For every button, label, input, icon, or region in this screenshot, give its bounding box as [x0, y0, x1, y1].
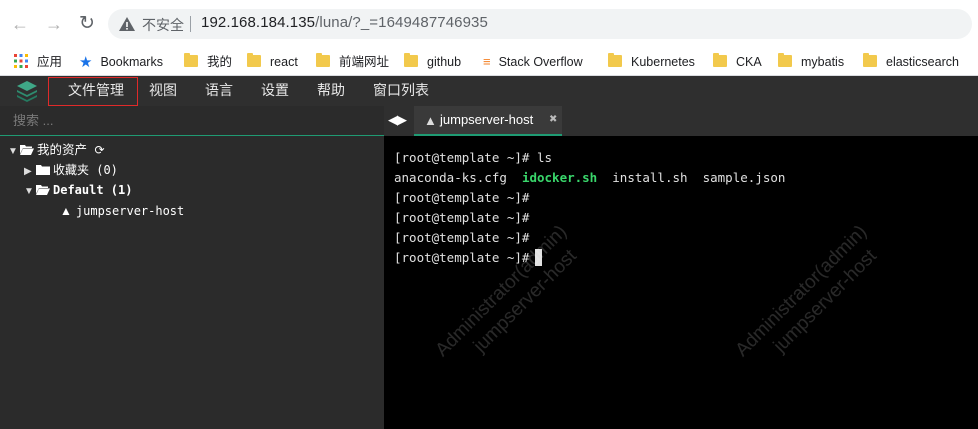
highlight-box	[48, 77, 138, 106]
folder-icon	[608, 53, 622, 67]
folder-icon	[404, 53, 418, 67]
jumpserver-logo-icon	[17, 81, 37, 102]
ls-file-executable: idocker.sh	[521, 170, 598, 185]
url-host: 192.168.184.135	[201, 14, 316, 31]
terminal-prompt: [root@template ~]#	[394, 210, 530, 225]
bookmark-label: Stack Overflow	[498, 55, 583, 69]
ls-file: install.sh	[612, 170, 688, 185]
bookmarks-bar: 应用 ★ Bookmarks 我的 react 前端网址 github ≡ Stac…	[0, 48, 978, 76]
terminal-prompt: [root@template ~]#	[394, 150, 530, 165]
star-icon: ★	[79, 54, 93, 71]
folder-open-icon	[36, 185, 50, 195]
chevron-down-icon[interactable]: ▼	[24, 182, 36, 202]
folder-icon	[247, 53, 261, 67]
folder-icon	[863, 53, 877, 67]
menu-window-list[interactable]: 窗口列表	[373, 76, 429, 106]
linux-icon: ▲	[60, 204, 72, 218]
bookmark-label: github	[427, 55, 462, 69]
bookmark-label: 应用	[37, 55, 63, 69]
folder-icon	[184, 53, 198, 67]
bookmark-bookmarks[interactable]: ★ Bookmarks	[79, 52, 163, 72]
terminal-line: [root@template ~]#	[394, 208, 529, 228]
bookmark-folder[interactable]: github	[404, 52, 461, 72]
bookmark-label: react	[270, 55, 298, 69]
tree-node-label: Default (1)	[53, 183, 133, 197]
bookmark-apps[interactable]: 应用	[14, 52, 62, 72]
url-path: /luna/?_=1649487746935	[315, 14, 488, 31]
bookmark-label: mybatis	[801, 55, 845, 69]
tree-node-label: 我的资产	[37, 143, 88, 157]
menu-help[interactable]: 帮助	[317, 76, 345, 106]
bookmark-folder[interactable]: CKA	[713, 52, 762, 72]
warning-icon[interactable]	[118, 15, 136, 33]
bookmark-label: 我的	[207, 55, 233, 69]
bookmark-folder[interactable]: Kubernetes	[608, 52, 695, 72]
bookmark-folder[interactable]: elasticsearch	[863, 52, 959, 72]
tab-jumpserver-host[interactable]: ▲ jumpserver-host ✖	[414, 106, 562, 136]
ls-file: anaconda-ks.cfg	[394, 170, 507, 185]
url-text[interactable]: 192.168.184.135/luna/?_=1649487746935	[201, 14, 488, 31]
terminal-command: ls	[529, 150, 553, 165]
chevron-down-icon[interactable]: ▼	[8, 142, 20, 162]
apps-icon	[14, 54, 28, 68]
bookmark-label: Bookmarks	[100, 55, 163, 69]
refresh-icon[interactable]: ⟳	[95, 143, 105, 157]
terminal-prompt: [root@template ~]#	[394, 250, 530, 265]
address-bar[interactable]: 不安全 192.168.184.135/luna/?_=164948774693…	[108, 9, 972, 39]
asset-search	[0, 106, 384, 136]
bookmark-folder[interactable]: 前端网址	[316, 52, 389, 72]
tab-label: jumpserver-host	[440, 112, 534, 127]
session-tabbar: ◀▶ ▲ jumpserver-host ✖	[384, 106, 978, 136]
bookmark-label: elasticsearch	[886, 55, 959, 69]
folder-open-icon	[20, 145, 34, 155]
tree-node-label: 收藏夹 (0)	[53, 163, 118, 177]
linux-icon: ▲	[424, 113, 437, 128]
terminal-line: [root@template ~]#	[394, 188, 529, 208]
watermark: Administrator(admin) jumpserver-host	[731, 221, 890, 380]
folder-icon	[36, 165, 50, 175]
bookmark-stackoverflow[interactable]: ≡ Stack Overflow	[483, 52, 583, 72]
terminal[interactable]: [root@template ~]# ls anaconda-ks.cfg id…	[384, 136, 978, 429]
bookmark-label: CKA	[736, 55, 762, 69]
folder-icon	[778, 53, 792, 67]
address-separator	[190, 16, 191, 32]
stackoverflow-icon: ≡	[483, 54, 491, 69]
terminal-line: [root@template ~]#	[394, 228, 529, 248]
asset-tree-panel: ▼ 我的资产 ⟳ ▶ 收藏夹 (0) ▼ Default (1) ▲jumpserve…	[0, 106, 384, 429]
terminal-prompt: [root@template ~]#	[394, 190, 530, 205]
folder-icon	[316, 53, 330, 67]
folder-icon	[713, 53, 727, 67]
bookmark-folder[interactable]: mybatis	[778, 52, 844, 72]
tree-node-favorites[interactable]: ▶ 收藏夹 (0)	[24, 160, 118, 180]
close-icon[interactable]: ✖	[549, 114, 557, 125]
menu-settings[interactable]: 设置	[261, 76, 289, 106]
terminal-ls-output: anaconda-ks.cfg idocker.sh install.sh sa…	[394, 168, 785, 188]
ls-file: sample.json	[702, 170, 786, 185]
bookmark-label: 前端网址	[339, 55, 390, 69]
tab-scroll-arrows-icon[interactable]: ◀▶	[388, 112, 407, 128]
menu-view[interactable]: 视图	[149, 76, 177, 106]
insecure-label: 不安全	[142, 17, 184, 33]
tree-node-default[interactable]: ▼ Default (1)	[24, 180, 132, 200]
bookmark-folder[interactable]: react	[247, 52, 298, 72]
reload-icon[interactable]: ↻	[75, 12, 99, 36]
menu-language[interactable]: 语言	[205, 76, 233, 106]
tree-node-label: jumpserver-host	[75, 204, 185, 218]
browser-toolbar: ← → ↻ 不安全 192.168.184.135/luna/?_=164948…	[0, 0, 978, 48]
tree-node-host[interactable]: ▲ jumpserver-host	[60, 201, 184, 221]
asset-search-input[interactable]	[0, 106, 384, 134]
forward-arrow-icon[interactable]: →	[42, 12, 66, 36]
chevron-right-icon[interactable]: ▶	[24, 162, 36, 182]
terminal-prompt: [root@template ~]#	[394, 230, 530, 245]
terminal-line: [root@template ~]# ls	[394, 148, 552, 168]
app-menubar: 文件管理 视图 语言 设置 帮助 窗口列表	[0, 76, 978, 106]
tree-node-my-assets[interactable]: ▼ 我的资产 ⟳	[8, 140, 105, 160]
bookmark-folder[interactable]: 我的	[184, 52, 232, 72]
bookmark-label: Kubernetes	[631, 55, 695, 69]
back-arrow-icon[interactable]: ←	[8, 12, 32, 36]
